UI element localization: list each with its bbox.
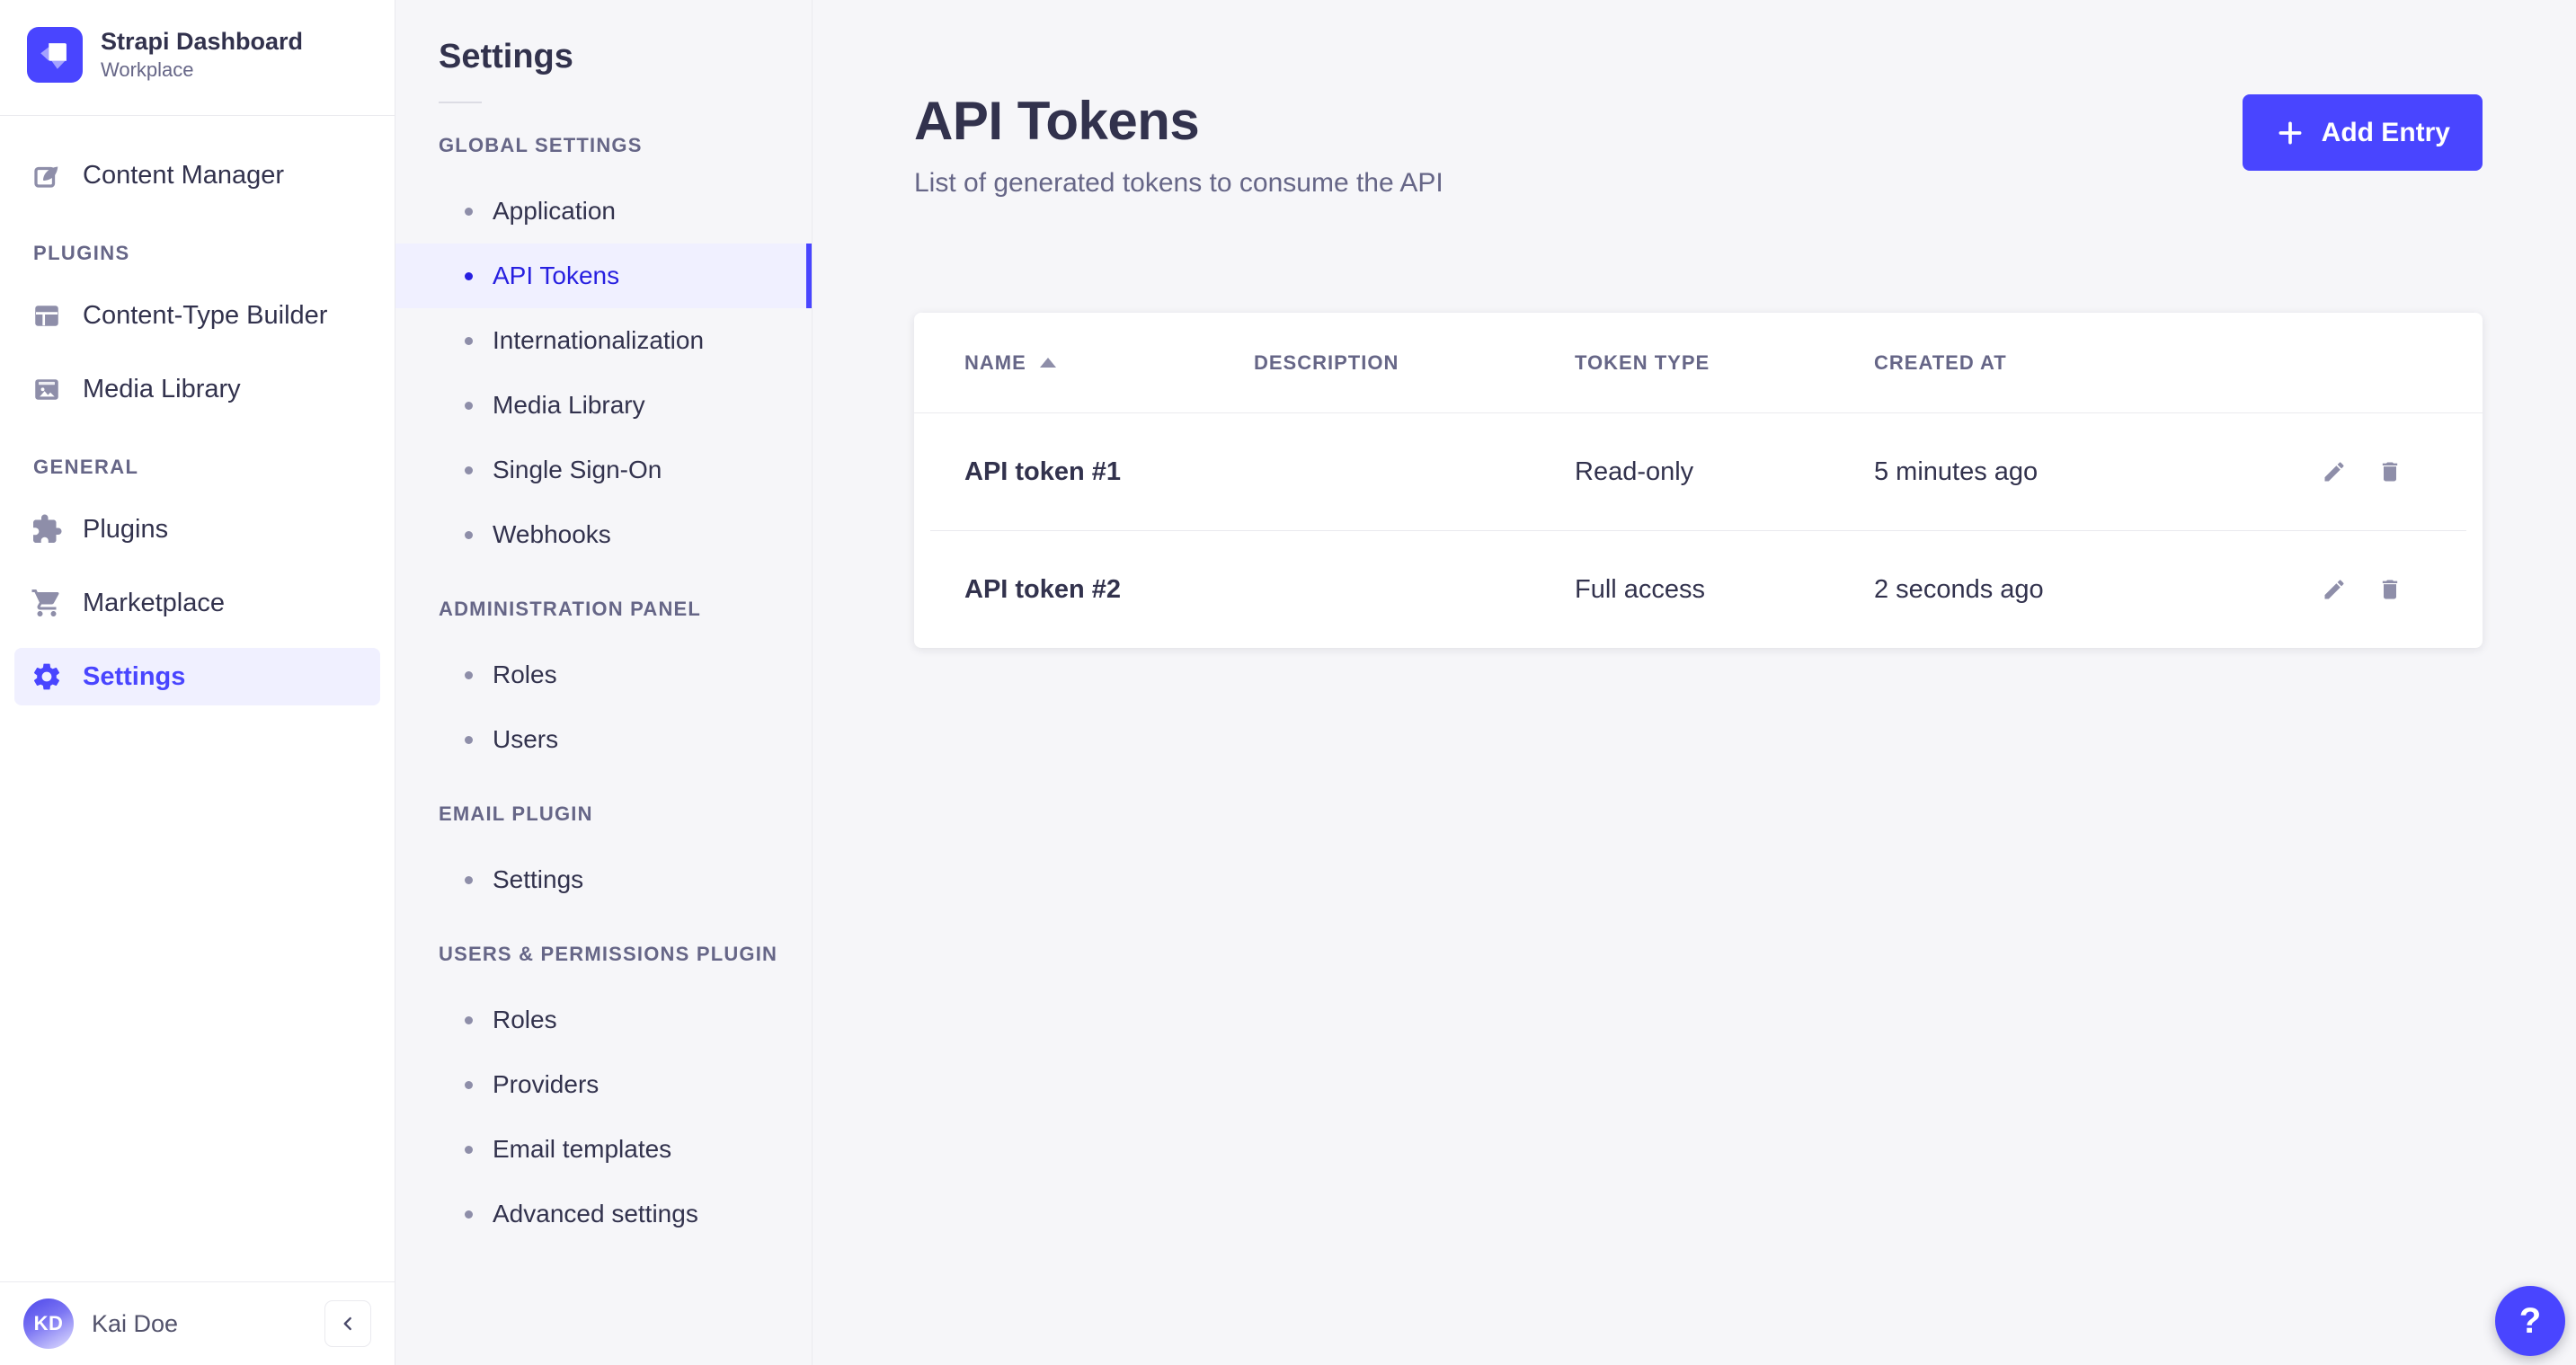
page-subtitle: List of generated tokens to consume the … <box>914 168 2483 199</box>
nav-item-label: Marketplace <box>83 589 225 618</box>
subnav-item-email-templates[interactable]: Email templates <box>395 1117 812 1182</box>
table-row[interactable]: API token #2 Full access 2 seconds ago <box>914 531 2483 648</box>
collapse-sidebar-button[interactable] <box>324 1300 371 1347</box>
row-actions <box>2261 457 2483 486</box>
trash-icon <box>2377 459 2403 484</box>
column-header-created-at: CREATED AT <box>1874 351 2261 375</box>
column-header-token-type: TOKEN TYPE <box>1575 351 1874 375</box>
bullet-icon <box>465 466 473 474</box>
user-avatar[interactable]: KD <box>23 1299 74 1349</box>
nav-item-label: Settings <box>83 662 185 692</box>
main-sidebar: Strapi Dashboard Workplace Content Manag… <box>0 0 395 1365</box>
subnav-item-api-tokens[interactable]: API Tokens <box>395 244 812 308</box>
pencil-icon <box>2322 577 2347 602</box>
brand-text: Strapi Dashboard Workplace <box>101 27 303 83</box>
nav-section-general: GENERAL <box>33 456 380 479</box>
table-header-row: NAME DESCRIPTION TOKEN TYPE CREATED AT <box>914 313 2483 413</box>
token-type: Full access <box>1575 575 1874 605</box>
subnav-section-users-permissions-plugin: USERS & PERMISSIONS PLUGIN <box>439 943 812 966</box>
trash-icon <box>2377 577 2403 602</box>
subnav-item-single-sign-on[interactable]: Single Sign-On <box>395 438 812 502</box>
token-name: API token #1 <box>914 457 1254 487</box>
nav-item-label: Content-Type Builder <box>83 301 327 331</box>
help-button[interactable]: ? <box>2495 1286 2565 1356</box>
sidebar-footer: KD Kai Doe <box>0 1281 395 1365</box>
strapi-logo-icon <box>27 27 83 83</box>
add-entry-button[interactable]: Add Entry <box>2243 94 2483 171</box>
nav-item-media-library[interactable]: Media Library <box>14 360 380 418</box>
table-row[interactable]: API token #1 Read-only 5 minutes ago <box>914 413 2483 530</box>
edit-button[interactable] <box>2320 457 2349 486</box>
brand-title: Strapi Dashboard <box>101 27 303 58</box>
column-header-description: DESCRIPTION <box>1254 351 1575 375</box>
api-tokens-table: NAME DESCRIPTION TOKEN TYPE CREATED AT A… <box>914 313 2483 648</box>
main-nav: Content Manager PLUGINS Content-Type Bui… <box>0 116 395 1281</box>
bullet-icon <box>465 1210 473 1219</box>
subnav-item-internationalization[interactable]: Internationalization <box>395 308 812 373</box>
subnav-section-email-plugin: EMAIL PLUGIN <box>439 802 812 826</box>
subnav-title: Settings <box>395 38 812 76</box>
subnav-item-email-settings[interactable]: Settings <box>395 847 812 912</box>
subnav-item-providers[interactable]: Providers <box>395 1052 812 1117</box>
strapi-dashboard: Strapi Dashboard Workplace Content Manag… <box>0 0 2576 1365</box>
nav-item-label: Plugins <box>83 515 168 545</box>
nav-item-plugins[interactable]: Plugins <box>14 501 380 558</box>
main-content: API Tokens List of generated tokens to c… <box>813 0 2576 1365</box>
subnav-section-global-settings: GLOBAL SETTINGS <box>439 134 812 157</box>
subnav-item-media-library[interactable]: Media Library <box>395 373 812 438</box>
sort-ascending-icon <box>1040 358 1056 368</box>
chevron-left-icon <box>336 1312 360 1335</box>
subnav-section-administration-panel: ADMINISTRATION PANEL <box>439 598 812 621</box>
row-actions <box>2261 575 2483 604</box>
workspace-switcher[interactable]: Strapi Dashboard Workplace <box>0 0 395 115</box>
delete-button[interactable] <box>2376 575 2404 604</box>
nav-item-content-manager[interactable]: Content Manager <box>14 146 380 204</box>
content-type-builder-icon <box>31 299 63 332</box>
edit-button[interactable] <box>2320 575 2349 604</box>
sort-by-name[interactable]: NAME <box>964 351 1254 375</box>
subnav-item-users[interactable]: Users <box>395 707 812 772</box>
subnav-item-application[interactable]: Application <box>395 179 812 244</box>
bullet-icon <box>465 337 473 345</box>
nav-section-plugins: PLUGINS <box>33 242 380 265</box>
token-name: API token #2 <box>914 575 1254 605</box>
workspace-name: Workplace <box>101 58 303 84</box>
bullet-icon <box>465 272 473 280</box>
plugins-icon <box>31 513 63 545</box>
subnav-item-up-roles[interactable]: Roles <box>395 988 812 1052</box>
bullet-icon <box>465 208 473 216</box>
media-library-icon <box>31 373 63 405</box>
bullet-icon <box>465 736 473 744</box>
settings-subnav: Settings GLOBAL SETTINGS Application API… <box>395 0 813 1365</box>
token-type: Read-only <box>1575 457 1874 487</box>
divider <box>439 102 482 103</box>
subnav-item-advanced-settings[interactable]: Advanced settings <box>395 1182 812 1246</box>
bullet-icon <box>465 531 473 539</box>
user-name: Kai Doe <box>92 1310 178 1338</box>
subnav-item-webhooks[interactable]: Webhooks <box>395 502 812 567</box>
nav-item-settings[interactable]: Settings <box>14 648 380 705</box>
bullet-icon <box>465 876 473 884</box>
column-header-name: NAME <box>914 351 1254 375</box>
bullet-icon <box>465 671 473 679</box>
nav-item-label: Content Manager <box>83 161 284 191</box>
nav-item-content-type-builder[interactable]: Content-Type Builder <box>14 287 380 344</box>
delete-button[interactable] <box>2376 457 2404 486</box>
subnav-item-roles[interactable]: Roles <box>395 643 812 707</box>
pencil-icon <box>2322 459 2347 484</box>
bullet-icon <box>465 1016 473 1024</box>
content-manager-icon <box>31 159 63 191</box>
nav-item-marketplace[interactable]: Marketplace <box>14 574 380 632</box>
marketplace-icon <box>31 587 63 619</box>
token-created-at: 2 seconds ago <box>1874 575 2261 605</box>
settings-gear-icon <box>31 660 63 693</box>
bullet-icon <box>465 1081 473 1089</box>
token-created-at: 5 minutes ago <box>1874 457 2261 487</box>
plus-icon <box>2275 118 2305 148</box>
bullet-icon <box>465 402 473 410</box>
bullet-icon <box>465 1146 473 1154</box>
nav-item-label: Media Library <box>83 375 241 404</box>
